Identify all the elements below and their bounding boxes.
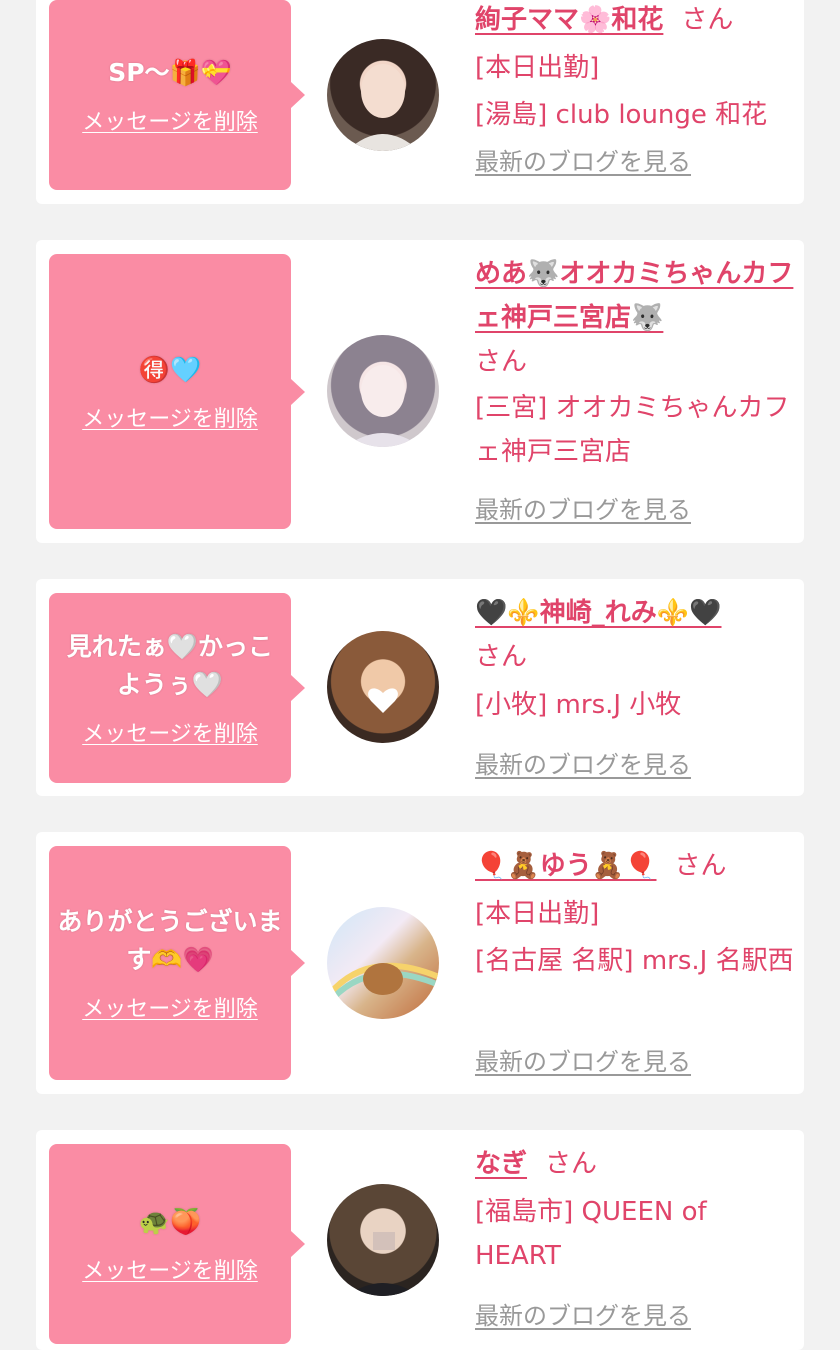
delete-message-link[interactable]: メッセージを削除 bbox=[82, 401, 258, 433]
message-card: 見れたぁ🤍かっこようぅ🤍 メッセージを削除 🖤⚜️神崎_れみ⚜️🖤 さん [小牧… bbox=[36, 579, 804, 796]
message-bubble: 🉐🩵 メッセージを削除 bbox=[49, 254, 305, 529]
message-bubble: ありがとうございます🫶💗 メッセージを削除 bbox=[49, 846, 305, 1080]
message-card: SP〜🎁💝 メッセージを削除 絢子ママ🌸和花 さん [本日出勤] [湯島] clu… bbox=[36, 0, 804, 204]
message-text: 🉐🩵 bbox=[138, 354, 202, 384]
shop-line: [名古屋 名駅] mrs.J 名駅西 bbox=[475, 946, 794, 976]
profile-info: 絢子ママ🌸和花 さん [本日出勤] [湯島] club lounge 和花 最新の… bbox=[475, 0, 795, 176]
message-text: ありがとうございます🫶💗 bbox=[57, 907, 283, 974]
shop-line: [福島市] QUEEN of HEART bbox=[475, 1197, 707, 1271]
avatar[interactable] bbox=[327, 335, 439, 447]
honorific: さん bbox=[681, 5, 734, 35]
message-card: ありがとうございます🫶💗 メッセージを削除 🎈🧸ゆう🧸🎈 さん [本日出勤] [名… bbox=[36, 832, 804, 1094]
latest-blog-link[interactable]: 最新のブログを見る bbox=[475, 142, 691, 177]
shop-line: [湯島] club lounge 和花 bbox=[475, 100, 768, 130]
latest-blog-link[interactable]: 最新のブログを見る bbox=[475, 1296, 691, 1331]
avatar[interactable] bbox=[327, 631, 439, 743]
avatar[interactable] bbox=[327, 1184, 439, 1296]
message-card: 🐢🍑 メッセージを削除 なぎ さん [福島市] QUEEN of HEART 最新… bbox=[36, 1130, 804, 1350]
profile-name-link[interactable]: めあ🐺オオカミちゃんカフェ神戸三宮店🐺 bbox=[475, 259, 793, 333]
avatar-photo bbox=[327, 962, 439, 1007]
avatar-photo bbox=[347, 1232, 419, 1296]
profile-name-link[interactable]: 🎈🧸ゆう🧸🎈 bbox=[475, 851, 657, 881]
honorific: さん bbox=[475, 642, 528, 672]
honorific: さん bbox=[475, 347, 528, 377]
latest-blog-link[interactable]: 最新のブログを見る bbox=[475, 745, 691, 780]
latest-blog-link[interactable]: 最新のブログを見る bbox=[475, 490, 691, 525]
message-bubble: SP〜🎁💝 メッセージを削除 bbox=[49, 0, 305, 190]
honorific: さん bbox=[545, 1149, 598, 1179]
message-bubble: 見れたぁ🤍かっこようぅ🤍 メッセージを削除 bbox=[49, 593, 305, 783]
message-text: 見れたぁ🤍かっこようぅ🤍 bbox=[66, 632, 274, 699]
delete-message-link[interactable]: メッセージを削除 bbox=[82, 716, 258, 748]
avatar[interactable] bbox=[327, 907, 439, 1019]
message-text: 🐢🍑 bbox=[138, 1207, 202, 1236]
shop-line: [小牧] mrs.J 小牧 bbox=[475, 690, 682, 720]
message-card: 🉐🩵 メッセージを削除 めあ🐺オオカミちゃんカフェ神戸三宮店🐺 さん [三宮] … bbox=[36, 240, 804, 543]
message-text: SP〜🎁💝 bbox=[108, 58, 232, 87]
delete-message-link[interactable]: メッセージを削除 bbox=[82, 991, 258, 1023]
avatar[interactable] bbox=[327, 39, 439, 151]
shop-line: [三宮] オオカミちゃんカフェ神戸三宮店 bbox=[475, 393, 790, 467]
honorific: さん bbox=[674, 851, 727, 881]
profile-info: 🖤⚜️神崎_れみ⚜️🖤 さん [小牧] mrs.J 小牧 最新のブログを見る bbox=[475, 591, 795, 779]
profile-name-link[interactable]: 🖤⚜️神崎_れみ⚜️🖤 bbox=[475, 598, 722, 628]
message-bubble: 🐢🍑 メッセージを削除 bbox=[49, 1144, 305, 1344]
profile-name-link[interactable]: なぎ bbox=[475, 1149, 527, 1179]
profile-name-link[interactable]: 絢子ママ🌸和花 bbox=[475, 5, 663, 35]
delete-message-link[interactable]: メッセージを削除 bbox=[82, 104, 258, 136]
profile-info: 🎈🧸ゆう🧸🎈 さん [本日出勤] [名古屋 名駅] mrs.J 名駅西 最新のブロ… bbox=[475, 844, 795, 1076]
avatar-photo bbox=[368, 688, 398, 713]
avatar-photo bbox=[347, 64, 419, 151]
profile-info: なぎ さん [福島市] QUEEN of HEART 最新のブログを見る bbox=[475, 1142, 795, 1330]
profile-info: めあ🐺オオカミちゃんカフェ神戸三宮店🐺 さん [三宮] オオカミちゃんカフェ神戸… bbox=[475, 252, 795, 524]
avatar-photo bbox=[345, 365, 421, 447]
latest-blog-link[interactable]: 最新のブログを見る bbox=[475, 1042, 691, 1077]
status-line: [本日出勤] bbox=[475, 899, 600, 929]
status-line: [本日出勤] bbox=[475, 53, 600, 83]
delete-message-link[interactable]: メッセージを削除 bbox=[82, 1253, 258, 1285]
